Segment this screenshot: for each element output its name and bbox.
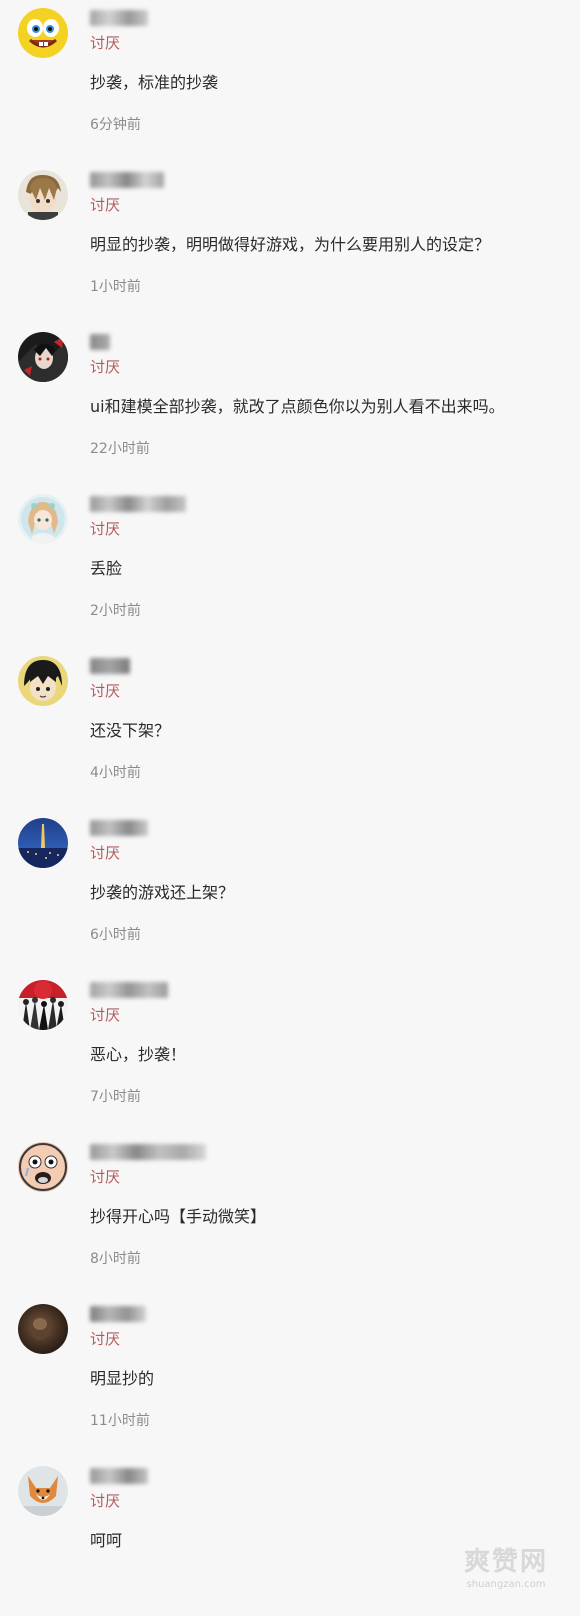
comment-time: 7小时前 — [90, 1089, 141, 1105]
comment-time: 11小时前 — [90, 1413, 150, 1429]
comment-time: 6小时前 — [90, 927, 141, 943]
night-city-avatar[interactable] — [18, 818, 68, 868]
username-blurred[interactable] — [90, 334, 110, 350]
username-blurred[interactable] — [90, 1306, 146, 1322]
username-blurred[interactable] — [90, 496, 186, 512]
comment-item: 讨厌 抄袭，标准的抄袭 6分钟前 — [0, 2, 580, 168]
reaction-tag: 讨厌 — [90, 844, 121, 862]
fox-avatar[interactable] — [18, 1466, 68, 1516]
reaction-tag: 讨厌 — [90, 520, 121, 538]
spongebob-avatar[interactable] — [18, 8, 68, 58]
watermark-logo: 爽赞网 — [463, 1547, 548, 1577]
comment-item: 讨厌 还没下架？ 4小时前 — [0, 650, 580, 816]
comment-text: 抄得开心吗【手动微笑】 — [90, 1207, 267, 1226]
comment-item: 讨厌 抄得开心吗【手动微笑】 8小时前 — [0, 1136, 580, 1302]
comment-text: 丢脸 — [90, 559, 123, 578]
username-blurred[interactable] — [90, 982, 168, 998]
comment-text: 明显的抄袭，明明做得好游戏，为什么要用别人的设定？ — [90, 235, 491, 254]
dark-photo-avatar[interactable] — [18, 1304, 68, 1354]
comment-item: 讨厌 ui和建模全部抄袭，就改了点颜色你以为别人看不出来吗。 22小时前 — [0, 326, 580, 492]
comment-item: 讨厌 丢脸 2小时前 — [0, 488, 580, 654]
reaction-tag: 讨厌 — [90, 34, 121, 52]
username-blurred[interactable] — [90, 820, 148, 836]
comment-time: 22小时前 — [90, 441, 150, 457]
comment-item: 讨厌 恶心，抄袭！ 7小时前 — [0, 974, 580, 1140]
reaction-tag: 讨厌 — [90, 1492, 121, 1510]
comment-time: 6分钟前 — [90, 117, 141, 133]
comment-text: 恶心，抄袭！ — [90, 1045, 187, 1064]
comment-time: 4小时前 — [90, 765, 141, 781]
username-blurred[interactable] — [90, 1468, 148, 1484]
crowd-avatar[interactable] — [18, 980, 68, 1030]
username-blurred[interactable] — [90, 172, 164, 188]
scared-face-avatar[interactable] — [18, 1142, 68, 1192]
site-watermark: 爽赞网 shuangzan.com — [446, 1546, 566, 1604]
username-blurred[interactable] — [90, 658, 130, 674]
username-blurred[interactable] — [90, 1144, 206, 1160]
comment-item: 讨厌 明显抄的 11小时前 — [0, 1298, 580, 1464]
comment-list-page: 讨厌 抄袭，标准的抄袭 6分钟前 讨厌 明显的抄袭，明明做得好游戏，为什么要用别… — [0, 0, 580, 1616]
comment-text: ui和建模全部抄袭，就改了点颜色你以为别人看不出来吗。 — [90, 397, 505, 416]
cartoon-face-avatar[interactable] — [18, 656, 68, 706]
username-blurred[interactable] — [90, 10, 148, 26]
anime-girl-avatar[interactable] — [18, 494, 68, 544]
comment-item: 讨厌 明显的抄袭，明明做得好游戏，为什么要用别人的设定？ 1小时前 — [0, 164, 580, 330]
watermark-url: shuangzan.com — [466, 1579, 546, 1590]
reaction-tag: 讨厌 — [90, 1006, 121, 1024]
comment-text: 抄袭的游戏还上架？ — [90, 883, 235, 902]
comment-time: 2小时前 — [90, 603, 141, 619]
anime-boy-avatar[interactable] — [18, 170, 68, 220]
reaction-tag: 讨厌 — [90, 358, 121, 376]
reaction-tag: 讨厌 — [90, 1168, 121, 1186]
reaction-tag: 讨厌 — [90, 682, 121, 700]
comment-text: 明显抄的 — [90, 1369, 155, 1388]
comment-text: 抄袭，标准的抄袭 — [90, 73, 219, 92]
comment-text: 还没下架？ — [90, 721, 171, 740]
comment-item: 讨厌 抄袭的游戏还上架？ 6小时前 — [0, 812, 580, 978]
comment-time: 1小时前 — [90, 279, 141, 295]
reaction-tag: 讨厌 — [90, 196, 121, 214]
comment-time: 8小时前 — [90, 1251, 141, 1267]
dark-anime-avatar[interactable] — [18, 332, 68, 382]
reaction-tag: 讨厌 — [90, 1330, 121, 1348]
comment-text: 呵呵 — [90, 1531, 123, 1550]
